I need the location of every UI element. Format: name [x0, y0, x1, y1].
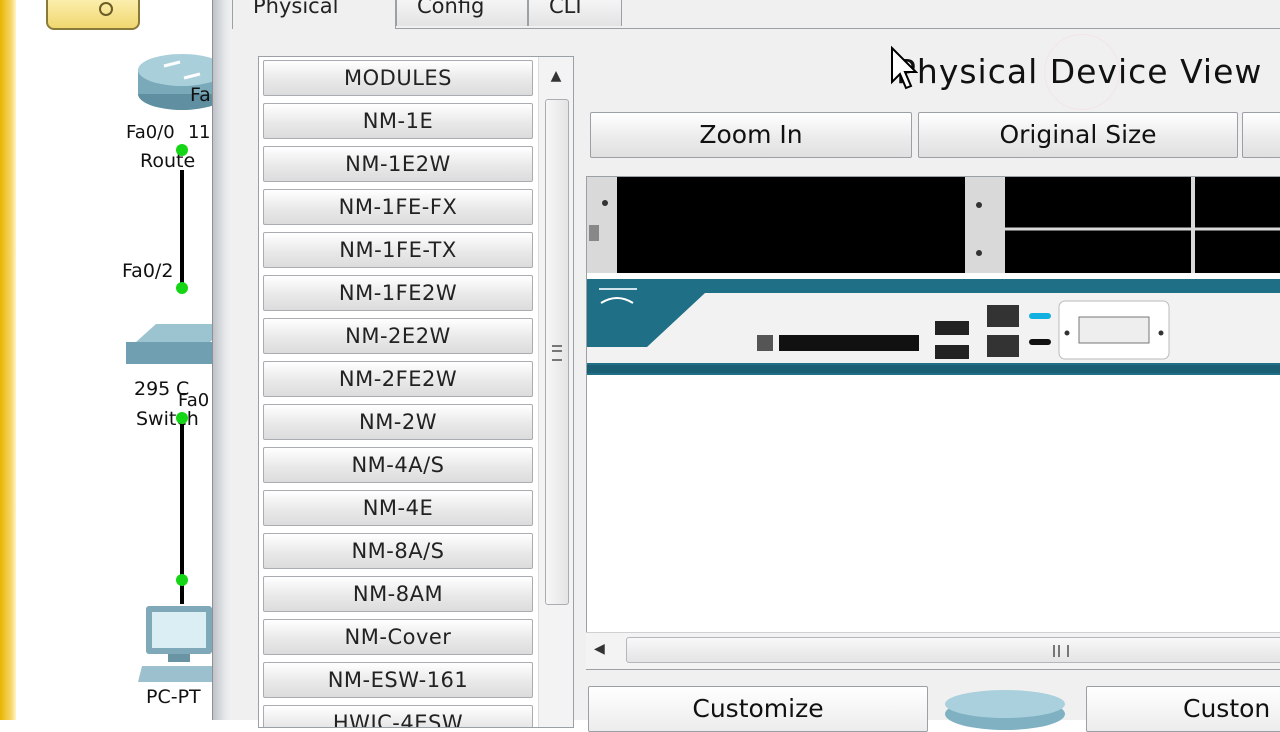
scroll-grip-icon	[552, 345, 562, 361]
switch-port-label: Fa0/2	[122, 260, 174, 282]
scroll-left-arrow-icon[interactable]: ◀	[594, 641, 605, 657]
list-item[interactable]: NM-1FE-TX	[263, 232, 533, 268]
module-list[interactable]: MODULES NM-1E NM-1E2W NM-1FE-FX NM-1FE-T…	[258, 56, 574, 728]
dialog-border	[212, 0, 233, 720]
list-item[interactable]: NM-2W	[263, 404, 533, 440]
list-item[interactable]: NM-8AM	[263, 576, 533, 612]
pc-link-light	[176, 574, 188, 586]
router-link-light	[176, 144, 188, 156]
list-item[interactable]: NM-1E2W	[263, 146, 533, 182]
hscroll-grip-icon	[1053, 645, 1069, 657]
list-item[interactable]: NM-Cover	[263, 619, 533, 655]
switch-name-label: 295	[134, 378, 171, 400]
device-dialog: Physical Config CLI MODULES NM-1E NM-1E2…	[232, 0, 1280, 732]
glare-circle	[1044, 34, 1120, 110]
note-tool-knob	[99, 2, 113, 16]
list-item[interactable]: NM-4E	[263, 490, 533, 526]
list-item[interactable]: NM-1E	[263, 103, 533, 139]
tab-strip: Physical Config CLI	[232, 0, 1280, 29]
router-chassis-illustration	[587, 177, 1280, 375]
list-item[interactable]: NM-4A/S	[263, 447, 533, 483]
zoom-out-button[interactable]	[1242, 112, 1280, 158]
tab-cli[interactable]: CLI	[528, 0, 622, 26]
original-size-button[interactable]: Original Size	[918, 112, 1238, 158]
router-switch-cable	[180, 170, 184, 290]
list-item[interactable]: NM-1FE-FX	[263, 189, 533, 225]
list-item[interactable]: NM-1FE2W	[263, 275, 533, 311]
switch-downlink-light	[176, 412, 188, 424]
device-canvas-hscrollbar[interactable]: ◀	[586, 632, 1280, 669]
workspace-edge	[0, 0, 16, 720]
list-item[interactable]: NM-2FE2W	[263, 361, 533, 397]
topology-workspace[interactable]: Fa Fa0/0 1 1 Route Fa0/2 295 C Fa0 Switc…	[0, 0, 230, 720]
customize-physical-button[interactable]: Custon	[1086, 686, 1280, 732]
tab-config[interactable]: Config	[396, 0, 528, 26]
list-item[interactable]: NM-ESW-161	[263, 662, 533, 698]
zoom-in-button[interactable]: Zoom In	[590, 112, 912, 158]
pc-name-label: PC-PT	[146, 686, 201, 708]
customize-icon-button[interactable]: Customize	[588, 686, 928, 732]
note-tool-icon[interactable]	[46, 0, 140, 30]
device-canvas[interactable]	[586, 176, 1280, 670]
module-list-scrollbar[interactable]: ▲	[538, 57, 573, 727]
scroll-up-arrow-icon[interactable]: ▲	[539, 61, 573, 91]
tab-physical[interactable]: Physical	[232, 0, 396, 29]
router-interface-suffix-2: 1	[199, 122, 211, 143]
list-item[interactable]: HWIC-4ESW	[263, 705, 533, 727]
hscroll-thumb[interactable]	[626, 637, 1280, 663]
router-port-label: Fa	[190, 84, 211, 106]
list-item[interactable]: NM-2E2W	[263, 318, 533, 354]
list-item[interactable]: NM-8A/S	[263, 533, 533, 569]
switch-uplink-light	[176, 282, 188, 294]
router-preview-icon	[945, 690, 1065, 730]
switch-model-label: Switch	[136, 408, 199, 430]
scroll-thumb[interactable]	[545, 99, 569, 605]
router-interface-suffix: 1	[188, 122, 200, 143]
router-interface-label: Fa0/0	[126, 122, 175, 143]
mouse-cursor-icon	[891, 46, 918, 90]
modules-header[interactable]: MODULES	[263, 60, 533, 96]
